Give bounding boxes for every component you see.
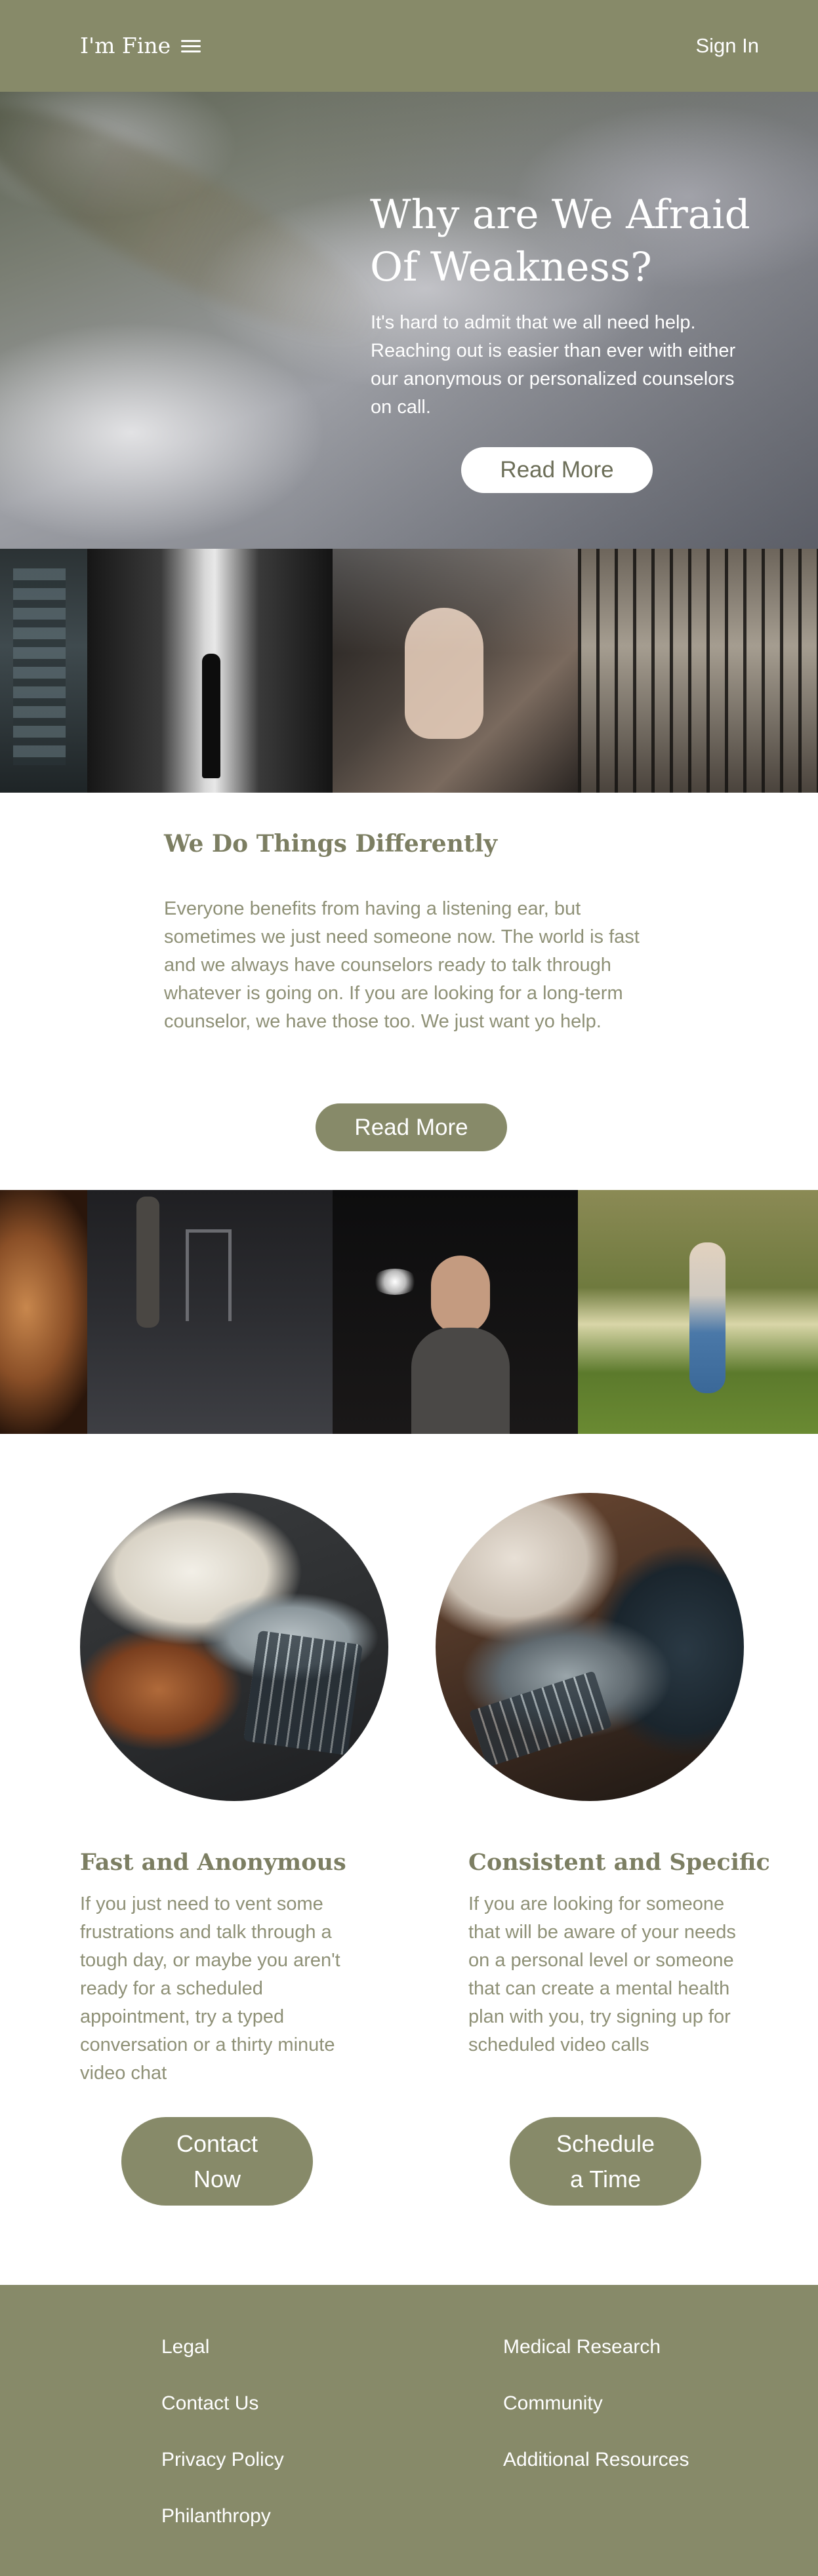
feature-text-anonymous: If you just need to vent some frustratio… bbox=[80, 1893, 340, 2084]
photo-records bbox=[0, 549, 87, 793]
read-more-button[interactable]: Read More bbox=[316, 1103, 507, 1151]
hero-read-more-button[interactable]: Read More bbox=[461, 447, 653, 493]
section-title-differently: We Do Things Differently bbox=[164, 830, 498, 858]
footer-link-legal[interactable]: Legal bbox=[161, 2336, 209, 2358]
laptop-lap-image bbox=[436, 1493, 744, 1801]
hero-title: Why are We Afraid Of Weakness? bbox=[370, 191, 750, 290]
schedule-time-button[interactable]: Schedule a Time bbox=[510, 2117, 701, 2206]
contact-now-button[interactable]: Contact Now bbox=[121, 2117, 313, 2206]
photo-woman-car-lights bbox=[333, 1190, 578, 1434]
brand-name: I'm Fine bbox=[80, 33, 171, 58]
hamburger-menu-icon[interactable] bbox=[181, 39, 201, 53]
hero-banner: Why are We Afraid Of Weakness? It's hard … bbox=[0, 92, 818, 549]
photo-hand-on-glass bbox=[333, 549, 578, 793]
footer-link-additional-resources[interactable]: Additional Resources bbox=[503, 2449, 689, 2471]
top-nav: I'm Fine Sign In bbox=[0, 0, 818, 92]
photo-iron-gate bbox=[578, 549, 818, 793]
feature-title-consistent: Consistent and Specific bbox=[468, 1849, 770, 1876]
sign-in-link[interactable]: Sign In bbox=[695, 34, 759, 58]
laptop-typing-image bbox=[80, 1493, 388, 1801]
section-text-differently: Everyone benefits from having a listenin… bbox=[164, 898, 640, 1032]
brand-logo[interactable]: I'm Fine bbox=[80, 33, 201, 58]
footer-link-medical-research[interactable]: Medical Research bbox=[503, 2336, 661, 2358]
photo-library-aisle bbox=[87, 549, 333, 793]
footer: Legal Contact Us Privacy Policy Philanth… bbox=[0, 2285, 818, 2576]
footer-link-philanthropy[interactable]: Philanthropy bbox=[161, 2505, 271, 2527]
photo-dark-room-chair bbox=[87, 1190, 333, 1434]
photo-strip-top bbox=[0, 549, 818, 793]
feature-text-consistent: If you are looking for someone that will… bbox=[468, 1893, 736, 2055]
photo-strip-middle bbox=[0, 1190, 818, 1434]
footer-link-privacy-policy[interactable]: Privacy Policy bbox=[161, 2449, 284, 2471]
hero-description: It's hard to admit that we all need help… bbox=[371, 312, 736, 418]
photo-woman-park bbox=[578, 1190, 818, 1434]
feature-title-anonymous: Fast and Anonymous bbox=[80, 1849, 346, 1876]
footer-link-community[interactable]: Community bbox=[503, 2392, 603, 2415]
footer-link-contact-us[interactable]: Contact Us bbox=[161, 2392, 258, 2415]
photo-face-closeup bbox=[0, 1190, 87, 1434]
